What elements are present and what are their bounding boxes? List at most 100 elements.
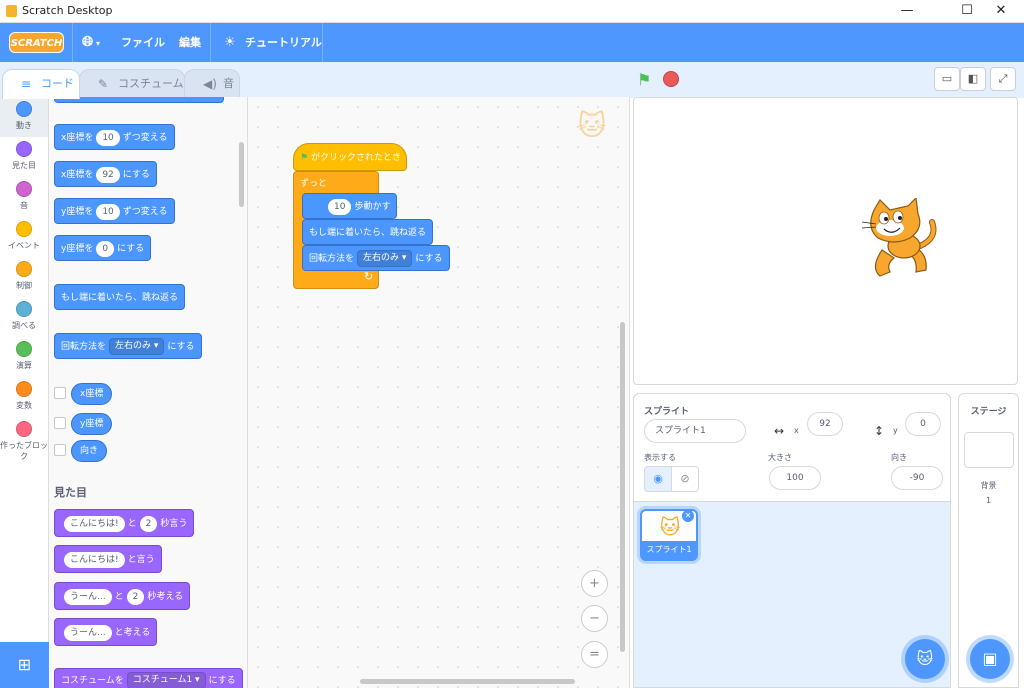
sprite-tile-name: スプライト1 xyxy=(642,541,696,559)
code-icon: ≡ xyxy=(21,77,32,91)
eye-slash-icon: ⊘ xyxy=(680,472,690,485)
direction-label: 向き xyxy=(891,453,907,462)
y-input[interactable]: 0 xyxy=(905,412,941,436)
stop-button[interactable] xyxy=(663,71,679,87)
show-hidden-button[interactable]: ⊘ xyxy=(671,466,699,492)
palette-change-x[interactable]: x座標を 10 ずつ変える xyxy=(54,124,175,150)
palette-set-y[interactable]: y座標を 0 にする xyxy=(54,235,152,261)
sprite-thumbnail-icon: 🐱︎ xyxy=(577,109,607,142)
category-motion[interactable]: 動き xyxy=(0,97,48,137)
palette-switch-costume[interactable]: コスチュームを コスチューム1 ▾ にする xyxy=(54,668,243,688)
zoom-in-button[interactable]: + xyxy=(581,570,608,597)
show-visible-button[interactable]: ◉ xyxy=(644,466,672,492)
add-extension-button[interactable]: ⊞ xyxy=(0,642,49,688)
category-sound[interactable]: 音 xyxy=(0,177,48,217)
category-looks[interactable]: 見た目 xyxy=(0,137,48,177)
menu-bar: SCRATCH 🌐︎ ▾ ファイル 編集 ☀ チュートリアル xyxy=(0,23,1024,62)
edit-menu[interactable]: 編集 xyxy=(179,23,201,62)
palette-bounce[interactable]: もし端に着いたら、跳ね返る xyxy=(54,284,186,310)
size-input[interactable]: 100 xyxy=(769,466,821,490)
script-rotation-style[interactable]: 回転方法を 左右のみ ▾ にする xyxy=(302,245,450,271)
green-flag-button[interactable]: ⚑ xyxy=(637,70,651,89)
choose-sprite-button[interactable]: 🐱︎ xyxy=(905,639,945,679)
show-label: 表示する xyxy=(644,453,676,462)
zoom-reset-button[interactable]: = xyxy=(581,641,608,668)
sprite-tile-cat-icon: 🐱︎ xyxy=(659,515,681,539)
stage-pane: ステージ 背景 1 ▣ xyxy=(958,393,1019,688)
script-area[interactable]: 🐱︎ ⚑ がクリックされたとき ずっと ↻ 10 歩動かす もし端に着いたら、跳ね… xyxy=(248,97,630,688)
green-flag-icon: ⚑ xyxy=(300,153,309,163)
large-stage-button[interactable]: ◧ xyxy=(960,67,986,91)
block-palette: x座標を 10 ずつ変える x座標を 92 にする y座標を 10 ずつ変える y座標を 0 に… xyxy=(49,97,248,688)
category-events[interactable]: イベント xyxy=(0,217,48,257)
fullscreen-button[interactable]: ⤢ xyxy=(990,67,1016,91)
stage[interactable] xyxy=(633,97,1018,385)
size-label: 大きさ xyxy=(768,453,792,462)
script-vertical-scrollbar[interactable] xyxy=(620,322,625,652)
tab-code[interactable]: ≡ コード xyxy=(2,69,80,99)
cat-plus-icon: 🐱︎ xyxy=(916,649,934,668)
small-stage-icon: ▭ xyxy=(941,72,953,85)
scratch-cat-sprite[interactable] xyxy=(860,198,942,284)
direction-checkbox[interactable] xyxy=(54,444,66,456)
ypos-checkbox[interactable] xyxy=(54,417,66,429)
direction-input[interactable]: -90 xyxy=(891,466,943,490)
category-my-blocks[interactable]: 作ったブロック xyxy=(0,417,48,465)
palette-scrollbar[interactable] xyxy=(239,142,244,207)
speaker-icon: ◀) xyxy=(203,77,217,91)
delete-sprite-icon[interactable]: ✕ xyxy=(682,510,694,522)
script-move-steps[interactable]: 10 歩動かす xyxy=(302,193,398,219)
category-variables[interactable]: 変数 xyxy=(0,377,48,417)
stage-thumbnail[interactable] xyxy=(964,432,1014,468)
palette-rotation-style[interactable]: 回転方法を 左右のみ ▾ にする xyxy=(54,333,202,359)
eye-icon: ◉ xyxy=(653,472,663,485)
minimize-icon[interactable]: — xyxy=(884,0,930,22)
large-stage-icon: ◧ xyxy=(967,72,979,85)
reporter-ypos[interactable]: y座標 xyxy=(71,413,113,435)
tab-sounds[interactable]: ◀) 音 xyxy=(184,69,240,99)
category-sensing[interactable]: 調べる xyxy=(0,297,48,337)
category-control[interactable]: 制御 xyxy=(0,257,48,297)
looks-heading: 見た目 xyxy=(54,486,87,499)
close-icon[interactable]: ✕ xyxy=(978,0,1024,22)
file-menu[interactable]: ファイル xyxy=(121,23,165,62)
sprite-pane: スプライト スプライト1 ↔ x 92 ↕ y 0 表示する ◉ ⊘ 大きさ 1… xyxy=(633,393,951,688)
script-bounce[interactable]: もし端に着いたら、跳ね返る xyxy=(302,219,434,245)
small-stage-button[interactable]: ▭ xyxy=(934,67,960,91)
tab-costumes[interactable]: ✎ コスチューム xyxy=(79,69,185,99)
lightbulb-icon: ☀ xyxy=(224,35,236,50)
script-stack[interactable]: ⚑ がクリックされたとき ずっと ↻ 10 歩動かす もし端に着いたら、跳ね返る … xyxy=(293,133,450,293)
reporter-xpos[interactable]: x座標 xyxy=(71,383,113,405)
backdrop-label: 背景 xyxy=(980,481,997,490)
backdrop-count: 1 xyxy=(985,496,992,505)
sprite-name-input[interactable]: スプライト1 xyxy=(644,419,746,443)
palette-say-secs[interactable]: こんにちは! と 2 秒言う xyxy=(54,509,195,537)
x-label: x xyxy=(794,426,799,435)
brush-icon: ✎ xyxy=(98,77,109,91)
choose-backdrop-button[interactable]: ▣ xyxy=(970,639,1010,679)
fullscreen-icon: ⤢ xyxy=(998,72,1008,85)
reporter-direction[interactable]: 向き xyxy=(71,440,108,462)
window-title: Scratch Desktop xyxy=(22,4,113,17)
x-input[interactable]: 92 xyxy=(807,412,843,436)
app-icon xyxy=(6,5,17,17)
palette-think-secs[interactable]: うーん... と 2 秒考える xyxy=(54,582,191,610)
xpos-checkbox[interactable] xyxy=(54,387,66,399)
editor-tabs: ≡ コード ✎ コスチューム ◀) 音 xyxy=(0,62,630,99)
zoom-out-button[interactable]: − xyxy=(581,605,608,632)
tutorials-menu[interactable]: チュートリアル xyxy=(245,23,322,62)
sprite-tile-selected[interactable]: 🐱︎ ✕ スプライト1 xyxy=(640,509,698,561)
image-plus-icon: ▣ xyxy=(982,649,998,668)
palette-change-y[interactable]: y座標を 10 ずつ変える xyxy=(54,198,175,224)
globe-icon[interactable]: 🌐︎ ▾ xyxy=(82,23,100,62)
horizontal-arrows-icon: ↔ xyxy=(774,424,785,438)
sprite-label: スプライト xyxy=(644,407,690,417)
palette-set-x[interactable]: x座標を 92 にする xyxy=(54,161,157,187)
script-horizontal-scrollbar[interactable] xyxy=(360,679,575,684)
category-operators[interactable]: 演算 xyxy=(0,337,48,377)
vertical-arrows-icon: ↕ xyxy=(874,424,885,438)
palette-say[interactable]: こんにちは! と言う xyxy=(54,545,162,573)
scratch-logo[interactable]: SCRATCH xyxy=(9,32,64,53)
script-when-flag-clicked[interactable]: ⚑ がクリックされたとき xyxy=(293,143,407,171)
palette-think[interactable]: うーん... と考える xyxy=(54,618,158,646)
